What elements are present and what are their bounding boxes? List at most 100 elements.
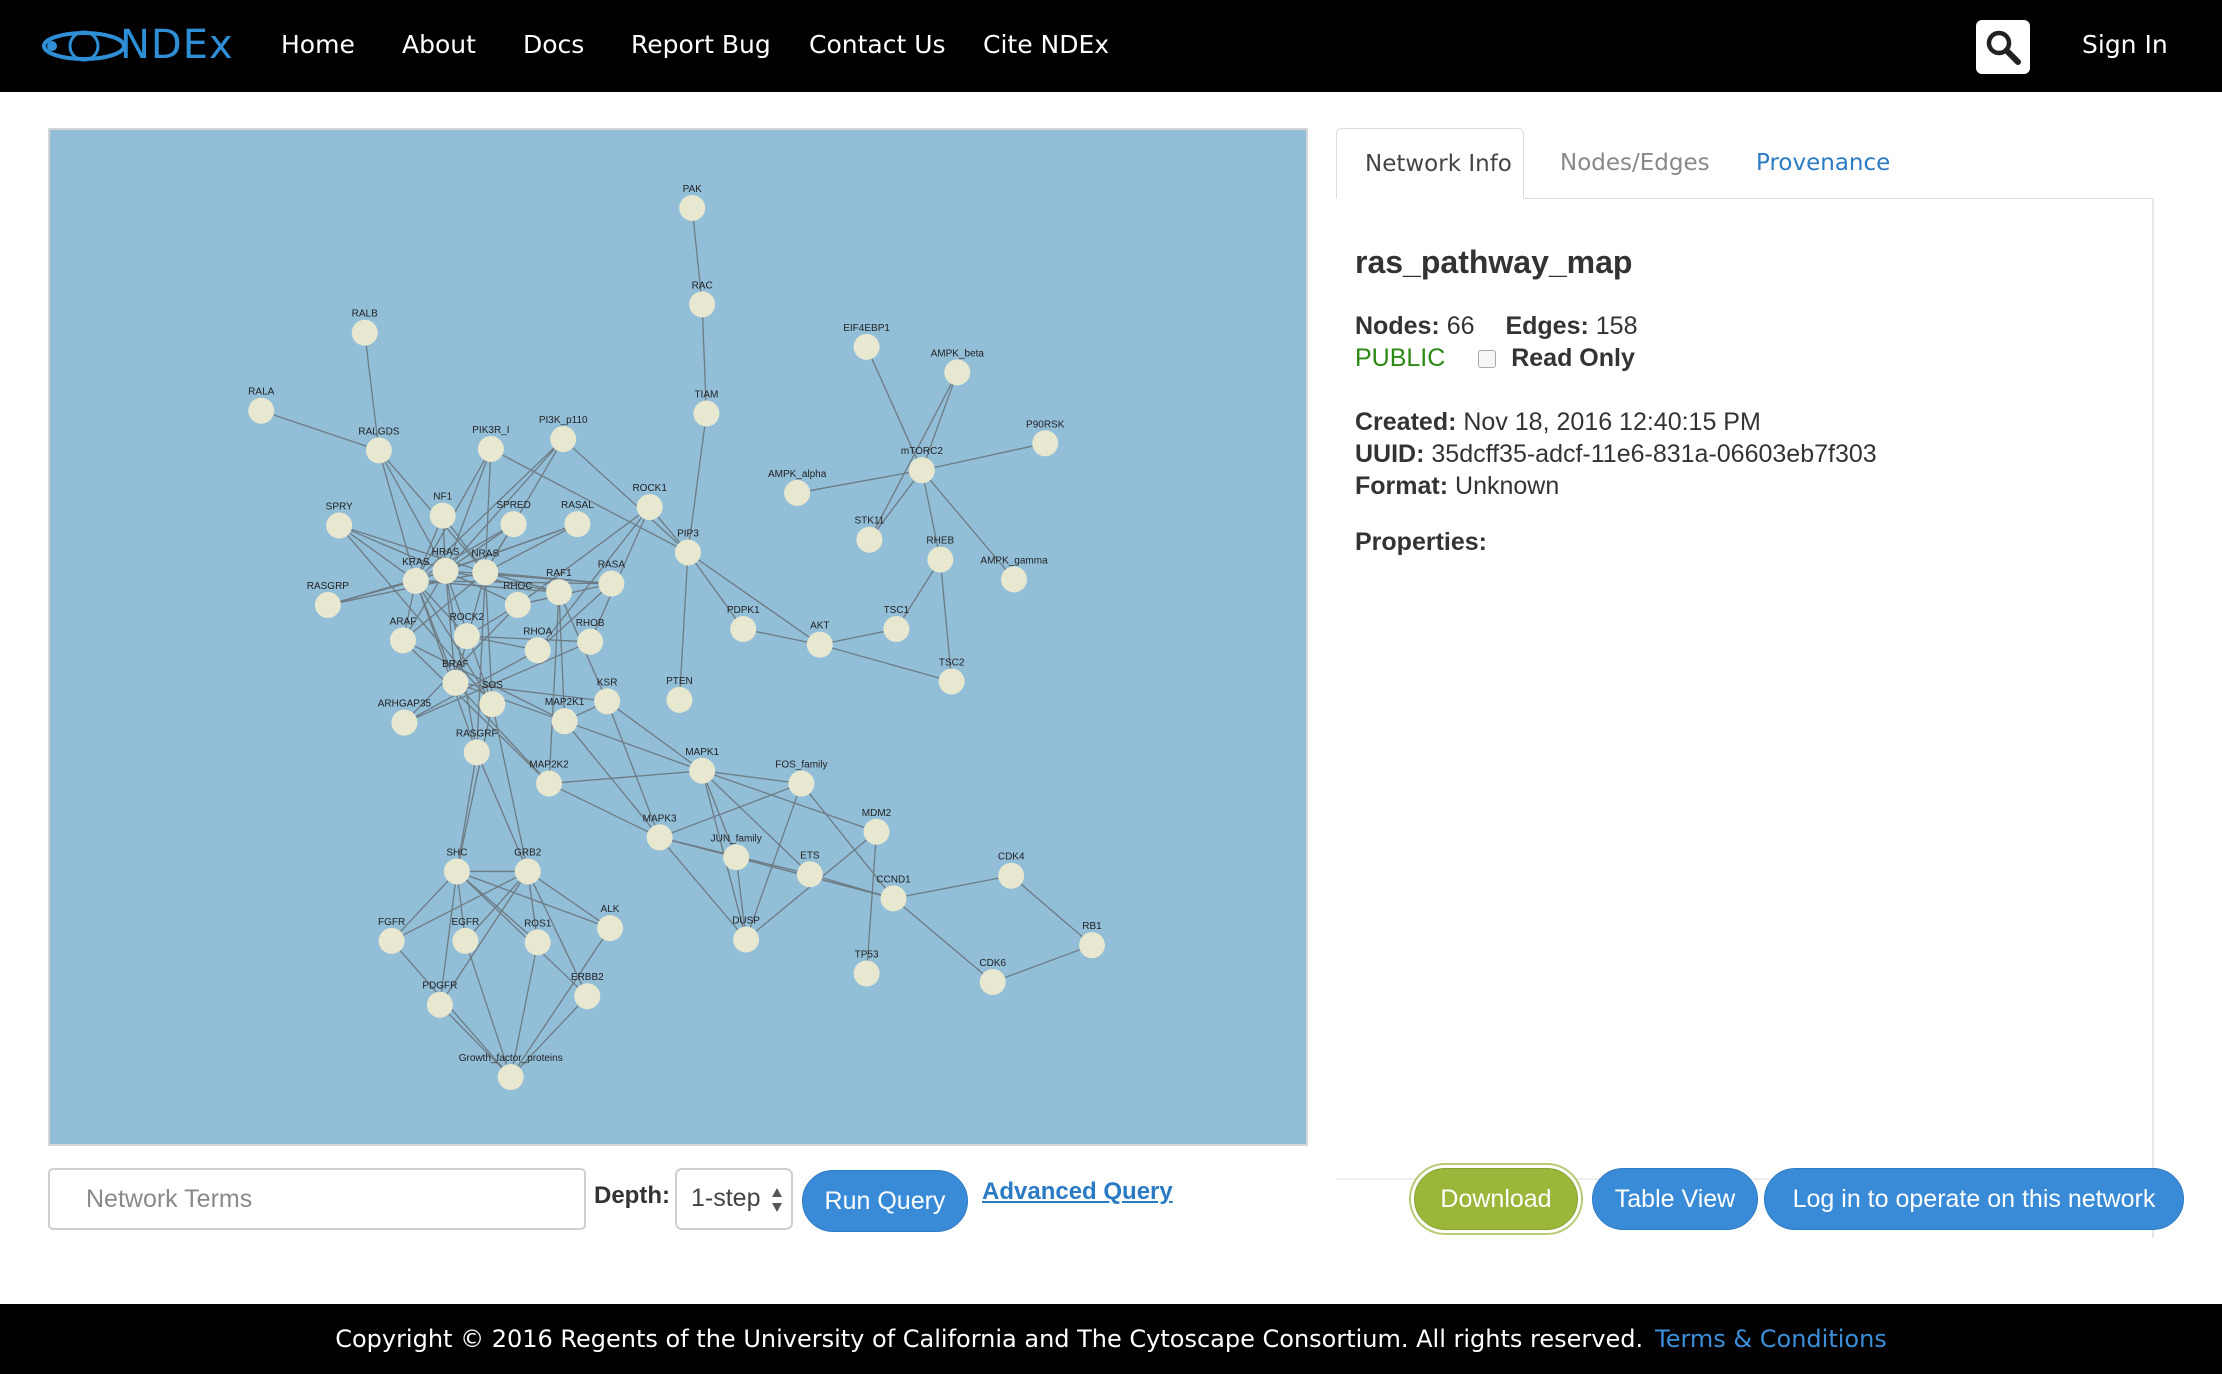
network-node[interactable]: AMPK_beta [931, 348, 985, 386]
node-circle[interactable] [1001, 566, 1028, 593]
sign-in-link[interactable]: Sign In [2082, 30, 2168, 59]
network-node[interactable]: RAF1 [545, 568, 572, 606]
node-circle[interactable] [453, 623, 480, 650]
network-node[interactable]: RHOB [576, 618, 605, 655]
advanced-query-link[interactable]: Advanced Query [982, 1178, 1173, 1206]
network-node[interactable]: RASA [598, 560, 626, 597]
nav-about[interactable]: About [402, 30, 476, 59]
network-node[interactable]: RHOC [503, 581, 533, 618]
node-circle[interactable] [883, 616, 910, 643]
node-circle[interactable] [646, 824, 673, 851]
node-circle[interactable] [479, 691, 506, 718]
node-circle[interactable] [689, 757, 716, 784]
node-circle[interactable] [577, 628, 604, 655]
node-circle[interactable] [472, 559, 499, 586]
node-circle[interactable] [390, 627, 417, 654]
node-circle[interactable] [944, 359, 971, 386]
node-circle[interactable] [733, 926, 760, 953]
network-node[interactable]: GRB2 [514, 847, 542, 885]
table-view-button[interactable]: Table View [1592, 1168, 1758, 1230]
download-button[interactable]: Download [1414, 1168, 1578, 1230]
terms-conditions-link[interactable]: Terms & Conditions [1655, 1325, 1887, 1353]
node-circle[interactable] [636, 494, 663, 521]
tab-provenance[interactable]: Provenance [1728, 128, 1918, 199]
nav-docs[interactable]: Docs [523, 30, 584, 59]
node-circle[interactable] [314, 591, 341, 618]
node-circle[interactable] [938, 668, 965, 695]
node-circle[interactable] [1079, 932, 1106, 959]
network-node[interactable]: EIF4EBP1 [843, 323, 890, 360]
node-circle[interactable] [442, 669, 469, 696]
network-graph[interactable]: PAK RAC TIAM RALB RALA RALGDS PIK3R_I PI3K_p110… [50, 130, 1306, 1144]
run-query-button[interactable]: Run Query [802, 1170, 968, 1232]
network-node[interactable]: SPRY [326, 502, 353, 539]
node-circle[interactable] [880, 885, 907, 912]
node-circle[interactable] [853, 960, 880, 987]
network-node[interactable]: PI3K_p110 [539, 415, 588, 453]
depth-select[interactable]: 1-step [675, 1168, 793, 1230]
network-node[interactable]: RAC [689, 280, 716, 318]
node-circle[interactable] [863, 818, 890, 845]
network-node[interactable]: RHEB [926, 536, 955, 573]
network-terms-input[interactable] [48, 1168, 586, 1230]
node-circle[interactable] [979, 969, 1006, 996]
node-circle[interactable] [550, 426, 577, 453]
read-only-checkbox[interactable] [1478, 350, 1497, 368]
node-circle[interactable] [674, 539, 701, 566]
network-node[interactable]: KRAS [402, 557, 430, 594]
nav-cite-ndex[interactable]: Cite NDEx [983, 30, 1109, 59]
node-circle[interactable] [788, 770, 815, 797]
network-node[interactable]: AMPK_gamma [980, 555, 1048, 593]
node-circle[interactable] [524, 929, 551, 956]
node-circle[interactable] [536, 770, 563, 797]
network-node[interactable]: ARAF [390, 616, 417, 654]
network-node[interactable]: PIP3 [674, 528, 701, 566]
network-node[interactable]: ROCK1 [632, 483, 667, 521]
node-circle[interactable] [723, 844, 750, 871]
node-circle[interactable] [497, 1064, 524, 1091]
node-circle[interactable] [391, 709, 418, 736]
network-node[interactable]: PAK [679, 184, 706, 221]
node-circle[interactable] [432, 557, 459, 584]
node-circle[interactable] [351, 319, 378, 346]
node-circle[interactable] [477, 435, 504, 462]
node-circle[interactable] [365, 437, 392, 464]
network-node[interactable]: TP53 [853, 950, 880, 987]
network-node[interactable]: PDGFR [422, 981, 457, 1018]
network-node[interactable]: TIAM [693, 390, 720, 427]
node-circle[interactable] [402, 567, 429, 594]
network-node[interactable]: ROS1 [524, 918, 552, 956]
tab-network-info[interactable]: Network Info [1336, 128, 1524, 199]
network-node[interactable]: HRAS [432, 547, 460, 584]
node-circle[interactable] [574, 983, 601, 1010]
network-node[interactable]: EGFR [451, 917, 479, 954]
nav-report-bug[interactable]: Report Bug [631, 30, 771, 59]
node-circle[interactable] [598, 570, 625, 597]
node-circle[interactable] [500, 511, 527, 538]
network-node[interactable]: RALB [352, 309, 378, 346]
node-circle[interactable] [443, 858, 470, 885]
node-circle[interactable] [378, 927, 405, 954]
network-node[interactable]: ALK [596, 904, 623, 942]
network-node[interactable]: RALA [248, 387, 275, 424]
network-node[interactable]: FGFR [378, 917, 405, 954]
node-circle[interactable] [853, 333, 880, 360]
node-circle[interactable] [693, 400, 720, 427]
node-circle[interactable] [666, 686, 693, 713]
node-circle[interactable] [452, 927, 479, 954]
node-circle[interactable] [856, 526, 883, 553]
network-node[interactable]: RHOA [523, 626, 552, 664]
network-node[interactable]: TSC2 [938, 657, 965, 695]
node-circle[interactable] [596, 915, 623, 942]
node-circle[interactable] [463, 739, 490, 766]
network-node[interactable]: STK11 [855, 516, 885, 553]
network-node[interactable]: SOS [479, 680, 506, 718]
node-circle[interactable] [248, 397, 275, 424]
node-circle[interactable] [545, 579, 572, 606]
network-node[interactable]: RASAL [561, 500, 594, 538]
node-circle[interactable] [927, 546, 954, 573]
node-circle[interactable] [908, 457, 935, 484]
node-circle[interactable] [514, 858, 541, 885]
nav-home[interactable]: Home [281, 30, 355, 59]
node-circle[interactable] [524, 637, 551, 664]
